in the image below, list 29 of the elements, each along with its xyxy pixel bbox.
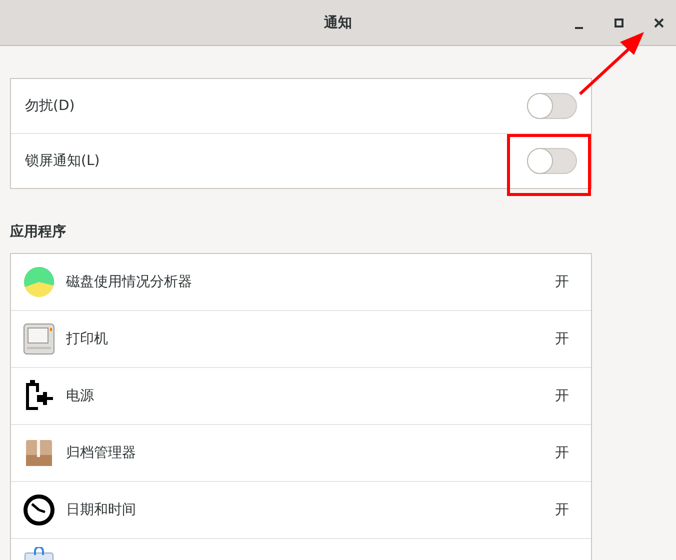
app-status: 开 [555,387,569,405]
toggle-switch[interactable] [527,93,577,119]
package-icon [25,439,53,467]
app-name: 归档管理器 [66,444,137,462]
app-status: 开 [555,501,569,519]
app-name: 磁盘使用情况分析器 [66,273,193,291]
battery-plug-icon [23,379,55,413]
toggle-switch[interactable] [527,148,577,174]
app-row[interactable]: 日期和时间 开 [11,482,591,539]
printer-icon [23,323,55,355]
setting-label: 锁屏通知(L) [25,152,101,170]
app-row[interactable]: 归档管理器 开 [11,425,591,482]
app-status: 开 [555,273,569,291]
app-status: 开 [555,330,569,348]
app-name: 电源 [66,387,95,405]
bag-icon [23,547,55,560]
app-name: 打印机 [66,330,109,348]
app-row[interactable]: 电源 开 [11,368,591,425]
close-icon[interactable] [653,17,665,29]
maximize-icon[interactable] [613,17,625,29]
app-row[interactable]: 磁盘使用情况分析器 开 [11,254,591,311]
app-row[interactable]: 打印机 开 [11,311,591,368]
section-heading: 应用程序 [10,223,67,241]
pie-chart-icon [23,266,55,298]
clock-icon [23,494,55,526]
setting-label: 勿扰(D) [25,97,76,115]
window-title: 通知 [324,14,352,32]
app-name: 日期和时间 [66,501,137,519]
app-status: 开 [555,444,569,462]
